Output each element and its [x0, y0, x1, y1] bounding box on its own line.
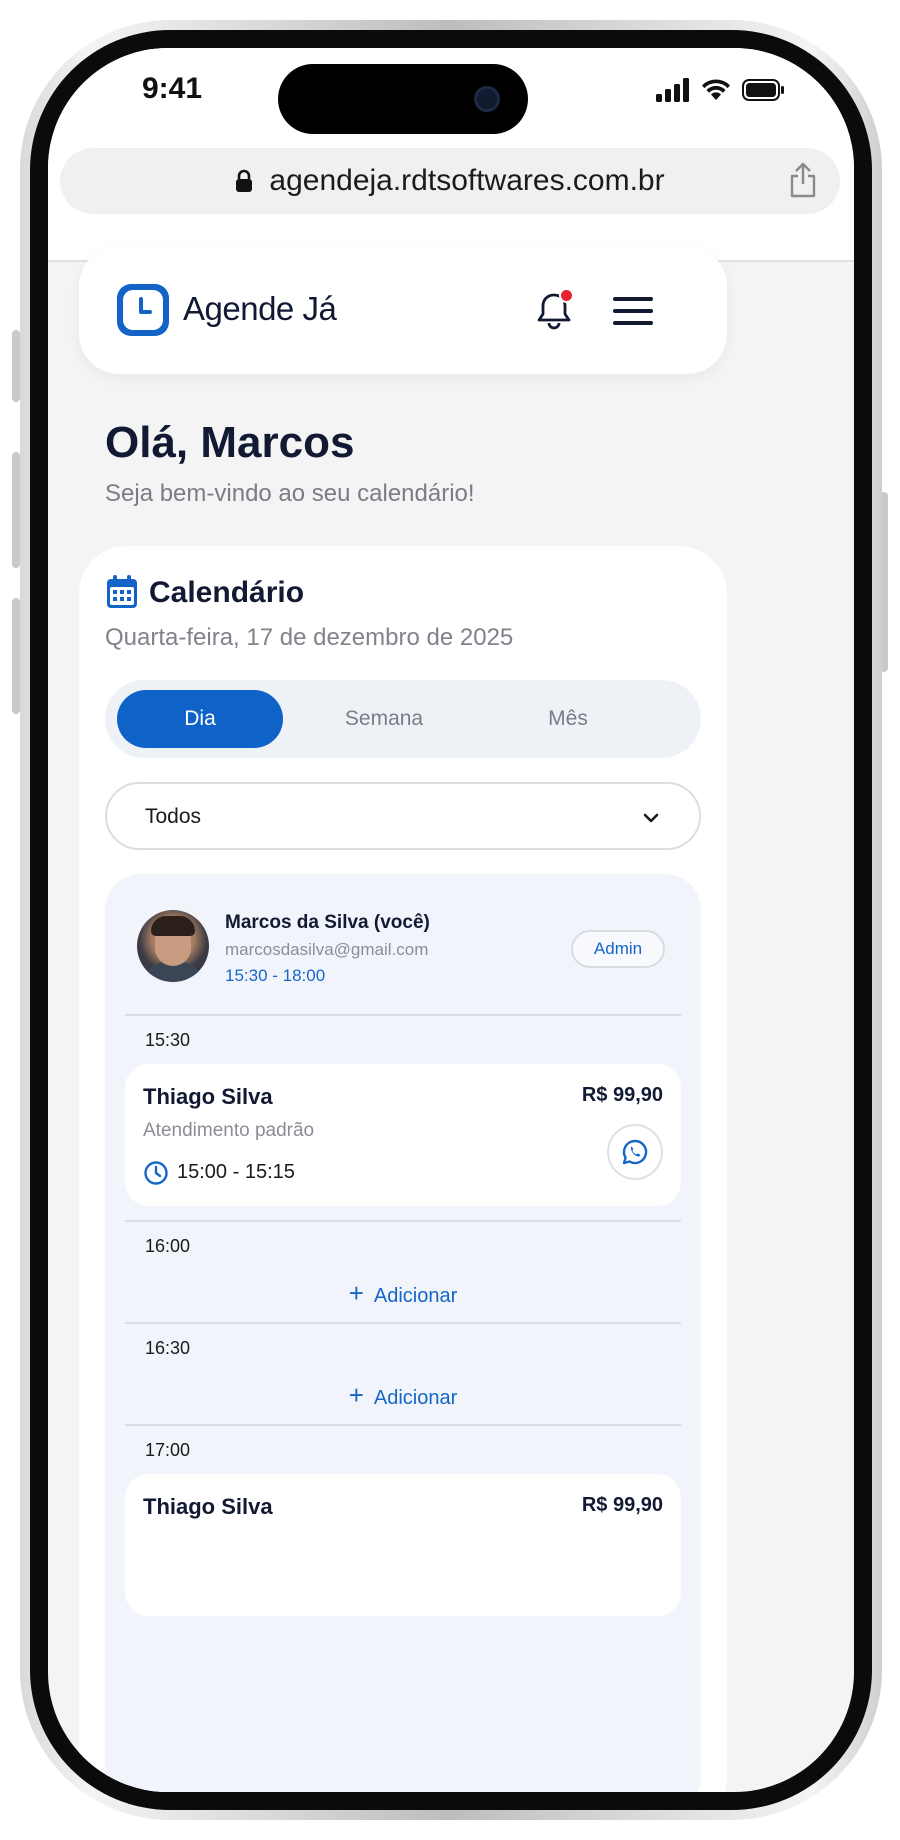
- appointment-card[interactable]: Thiago Silva R$ 99,90: [125, 1474, 681, 1616]
- add-appointment-label: Adicionar: [373, 1285, 458, 1307]
- add-appointment-label: Adicionar: [373, 1387, 458, 1409]
- battery-icon: [742, 79, 784, 101]
- phone-mockup: 9:41 agendeja.rdtsoftwares.com.br Agende…: [0, 0, 900, 1840]
- tab-month[interactable]: Mês: [485, 690, 651, 748]
- appointment-price: R$ 99,90: [581, 1084, 663, 1106]
- tab-week[interactable]: Semana: [301, 690, 467, 748]
- appointment-card[interactable]: Thiago Silva R$ 99,90 Atendimento padrão…: [125, 1064, 681, 1206]
- calendar-card: Calendário Quarta-feira, 17 de dezembro …: [79, 546, 727, 1792]
- appointment-price: R$ 99,90: [581, 1494, 663, 1516]
- app-header: Agende Já: [79, 246, 727, 374]
- slot-divider: [125, 1322, 681, 1324]
- volume-up-button: [12, 452, 20, 568]
- plus-icon: +: [348, 1278, 364, 1308]
- slot-time-label: 16:00: [145, 1236, 191, 1256]
- view-switcher: Dia Semana Mês: [105, 680, 701, 758]
- slot-time-label: 16:30: [145, 1338, 191, 1358]
- dynamic-island: [278, 64, 528, 134]
- whatsapp-button[interactable]: [607, 1124, 663, 1180]
- staff-filter-select[interactable]: Todos: [105, 782, 701, 850]
- url-text: agendeja.rdtsoftwares.com.br: [269, 164, 665, 197]
- phone-screen: 9:41 agendeja.rdtsoftwares.com.br Agende…: [48, 48, 854, 1792]
- staff-working-hours: 15:30 - 18:00: [225, 966, 326, 985]
- greeting-title: Olá, Marcos: [105, 418, 355, 467]
- slot-divider: [125, 1424, 681, 1426]
- slot-divider: [125, 1014, 681, 1016]
- staff-name: Marcos da Silva (você): [225, 912, 430, 933]
- plus-icon: +: [348, 1380, 364, 1410]
- clock-icon: [144, 1161, 168, 1185]
- wifi-icon: [702, 79, 730, 100]
- tab-day[interactable]: Dia: [117, 690, 283, 748]
- app-logo-icon: [117, 284, 169, 336]
- staff-schedule-panel: Marcos da Silva (você) marcosdasilva@gma…: [105, 874, 701, 1792]
- staff-filter-value: Todos: [145, 805, 202, 828]
- cellular-signal-icon: [656, 78, 689, 102]
- share-icon[interactable]: [788, 162, 818, 198]
- calendar-date: Quarta-feira, 17 de dezembro de 2025: [105, 624, 514, 651]
- whatsapp-icon: [622, 1139, 648, 1165]
- add-appointment-button[interactable]: + Adicionar: [105, 1278, 701, 1309]
- front-camera: [474, 86, 500, 112]
- notification-dot: [559, 288, 574, 303]
- calendar-icon: [107, 575, 137, 608]
- slot-time-label: 15:30: [145, 1030, 191, 1050]
- appointment-time: 15:00 - 15:15: [177, 1161, 295, 1183]
- address-bar[interactable]: agendeja.rdtsoftwares.com.br: [60, 148, 840, 214]
- calendar-title: Calendário: [149, 576, 305, 609]
- staff-email: marcosdasilva@gmail.com: [225, 940, 429, 959]
- hamburger-menu-icon[interactable]: [613, 296, 653, 326]
- status-icons: [656, 78, 786, 102]
- lock-icon: [236, 169, 253, 192]
- volume-down-button: [12, 598, 20, 714]
- appointment-client: Thiago Silva: [143, 1084, 273, 1109]
- slot-time-label: 17:00: [145, 1440, 191, 1460]
- role-badge: Admin: [571, 930, 665, 968]
- appointment-client: Thiago Silva: [143, 1494, 273, 1519]
- action-button: [12, 330, 20, 402]
- status-time: 9:41: [142, 72, 203, 105]
- appointment-service: Atendimento padrão: [143, 1120, 315, 1141]
- staff-avatar: [137, 910, 209, 982]
- app-name: Agende Já: [183, 290, 337, 327]
- chevron-down-icon: [643, 813, 659, 823]
- slot-divider: [125, 1220, 681, 1222]
- clock-hand-icon: [139, 297, 152, 314]
- add-appointment-button[interactable]: + Adicionar: [105, 1380, 701, 1411]
- greeting-subtitle: Seja bem-vindo ao seu calendário!: [105, 480, 475, 507]
